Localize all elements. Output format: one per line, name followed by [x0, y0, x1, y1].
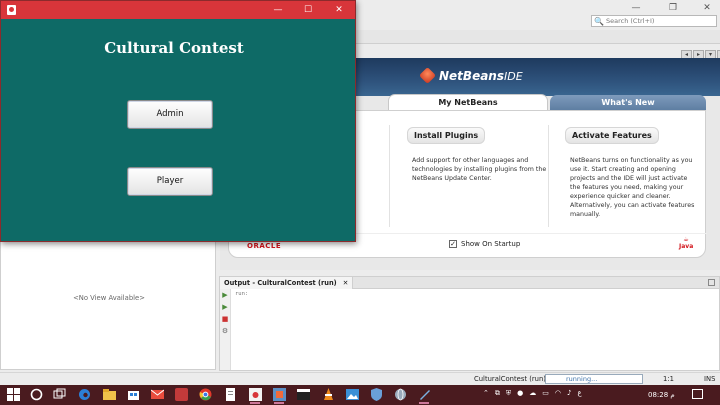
player-button[interactable]: Player	[127, 167, 213, 196]
output-header: Output - CulturalContest (run) ✕	[220, 277, 719, 289]
tray-app-icon[interactable]: ●	[517, 389, 523, 398]
column-divider	[548, 125, 549, 227]
output-tab-label: Output - CulturalContest (run)	[224, 279, 337, 287]
navigator-panel: <No View Available>	[0, 240, 216, 370]
security-icon[interactable]: ⛨	[506, 389, 511, 398]
wifi-icon[interactable]: ◠	[555, 389, 561, 398]
caret-position: 1:1	[663, 375, 674, 383]
status-bar: CulturalContest (run) running... 1:1 INS	[0, 372, 720, 385]
no-view-message: <No View Available>	[73, 294, 145, 302]
column-divider	[389, 125, 390, 227]
app-title-bar[interactable]: — ☐ ✕	[1, 1, 355, 19]
windows-start-icon[interactable]	[7, 388, 20, 401]
admin-button[interactable]: Admin	[127, 100, 213, 129]
coffee-cup-icon: ☕	[683, 236, 689, 243]
file-explorer-icon[interactable]	[103, 388, 116, 401]
rerun-icon[interactable]: ▶	[221, 291, 229, 299]
output-toolbar: ▶ ▶ ■ ⚙	[220, 289, 231, 370]
chrome-icon[interactable]	[199, 388, 212, 401]
search-icon: 🔍	[594, 16, 604, 26]
language-indicator[interactable]: ع	[577, 389, 581, 398]
chevron-up-icon[interactable]: ⌃	[483, 389, 489, 398]
install-plugins-description: Add support for other languages and tech…	[412, 157, 547, 182]
oracle-logo[interactable]: ORACLE	[247, 242, 281, 250]
activate-features-link[interactable]: Activate Features	[565, 127, 659, 144]
minimize-panel-icon[interactable]	[708, 279, 715, 286]
volume-icon[interactable]: ♪	[567, 389, 571, 398]
rerun-with-options-icon[interactable]: ▶	[221, 303, 229, 311]
install-plugins-link[interactable]: Install Plugins	[407, 127, 486, 144]
tab-whats-new[interactable]: What's New	[550, 95, 706, 110]
system-tray: ⌃ ⧉ ⛨ ● ☁ ▭ ◠ ♪ ع	[483, 389, 582, 398]
console-output: run:	[235, 291, 249, 297]
close-icon[interactable]: ✕	[343, 277, 349, 289]
output-panel: Output - CulturalContest (run) ✕ ▶ ▶ ■ ⚙…	[219, 276, 720, 371]
windows-taskbar: ⌃ ⧉ ⛨ ● ☁ ▭ ◠ ♪ ع 08:28 م	[0, 385, 720, 405]
globe-icon[interactable]	[394, 388, 407, 401]
app-heading: Cultural Contest	[104, 39, 244, 57]
ide-minimize-button[interactable]: —	[626, 2, 646, 14]
stop-icon[interactable]: ■	[221, 315, 229, 323]
search-box[interactable]: 🔍 Search (Ctrl+I)	[591, 15, 717, 27]
active-app-indicator	[274, 402, 284, 404]
active-app-indicator	[419, 402, 429, 404]
insert-mode: INS	[704, 375, 716, 383]
app-close-button[interactable]: ✕	[325, 1, 353, 19]
start-page-tabs: My NetBeans What's New	[388, 94, 706, 111]
tool-icon[interactable]	[418, 388, 431, 401]
running-project-label[interactable]: CulturalContest (run)	[474, 375, 546, 383]
vlc-icon[interactable]	[322, 388, 335, 401]
logo-name: NetBeans	[439, 68, 504, 83]
netbeans-taskbar-icon[interactable]	[273, 388, 286, 401]
notification-center-icon[interactable]	[692, 389, 703, 399]
ide-restore-button[interactable]: ❐	[663, 2, 683, 14]
settings-icon[interactable]: ⚙	[221, 327, 229, 335]
java-label: Java	[679, 243, 694, 250]
netbeans-logo: NetBeansIDE	[419, 67, 523, 84]
java-logo[interactable]: ☕ Java	[679, 236, 693, 250]
tab-my-netbeans[interactable]: My NetBeans	[388, 94, 548, 111]
tab-output[interactable]: Output - CulturalContest (run) ✕	[220, 277, 354, 289]
media-player-icon[interactable]	[297, 388, 310, 401]
app-minimize-button[interactable]: —	[264, 1, 292, 19]
mail-icon[interactable]	[151, 388, 164, 401]
search-input[interactable]: Search (Ctrl+I)	[606, 17, 654, 25]
document-icon[interactable]	[224, 388, 237, 401]
java-window-icon	[7, 5, 16, 15]
java-app-icon[interactable]	[249, 388, 262, 401]
logo-suffix: IDE	[504, 69, 523, 83]
cultural-contest-window: — ☐ ✕ Cultural Contest Admin Player	[0, 0, 356, 242]
app-icon[interactable]	[175, 388, 188, 401]
edge-browser-icon[interactable]	[78, 388, 91, 401]
active-app-indicator	[250, 402, 260, 404]
show-on-startup-checkbox[interactable]: ✓	[449, 240, 457, 248]
install-plugins-section: Install Plugins Add support for other la…	[407, 127, 547, 183]
cortana-icon[interactable]	[30, 388, 43, 401]
run-progress-bar[interactable]: running...	[545, 374, 643, 384]
show-on-startup-label: Show On Startup	[461, 240, 521, 248]
task-view-icon[interactable]	[53, 388, 66, 401]
battery-icon[interactable]: ▭	[542, 389, 549, 398]
app-maximize-button[interactable]: ☐	[294, 1, 322, 19]
netbeans-cube-icon	[419, 67, 436, 84]
cloud-icon[interactable]: ☁	[529, 389, 536, 398]
network-icon[interactable]: ⧉	[495, 389, 500, 398]
clock[interactable]: 08:28 م	[648, 391, 675, 399]
store-icon[interactable]	[127, 388, 140, 401]
show-on-startup-toggle[interactable]: ✓ Show On Startup	[449, 240, 520, 248]
ide-close-button[interactable]: ✕	[697, 2, 717, 14]
activate-features-description: NetBeans turns on functionality as you u…	[570, 157, 695, 218]
photos-icon[interactable]	[346, 388, 359, 401]
shield-icon[interactable]	[370, 388, 383, 401]
activate-features-section: Activate Features NetBeans turns on func…	[565, 127, 695, 219]
